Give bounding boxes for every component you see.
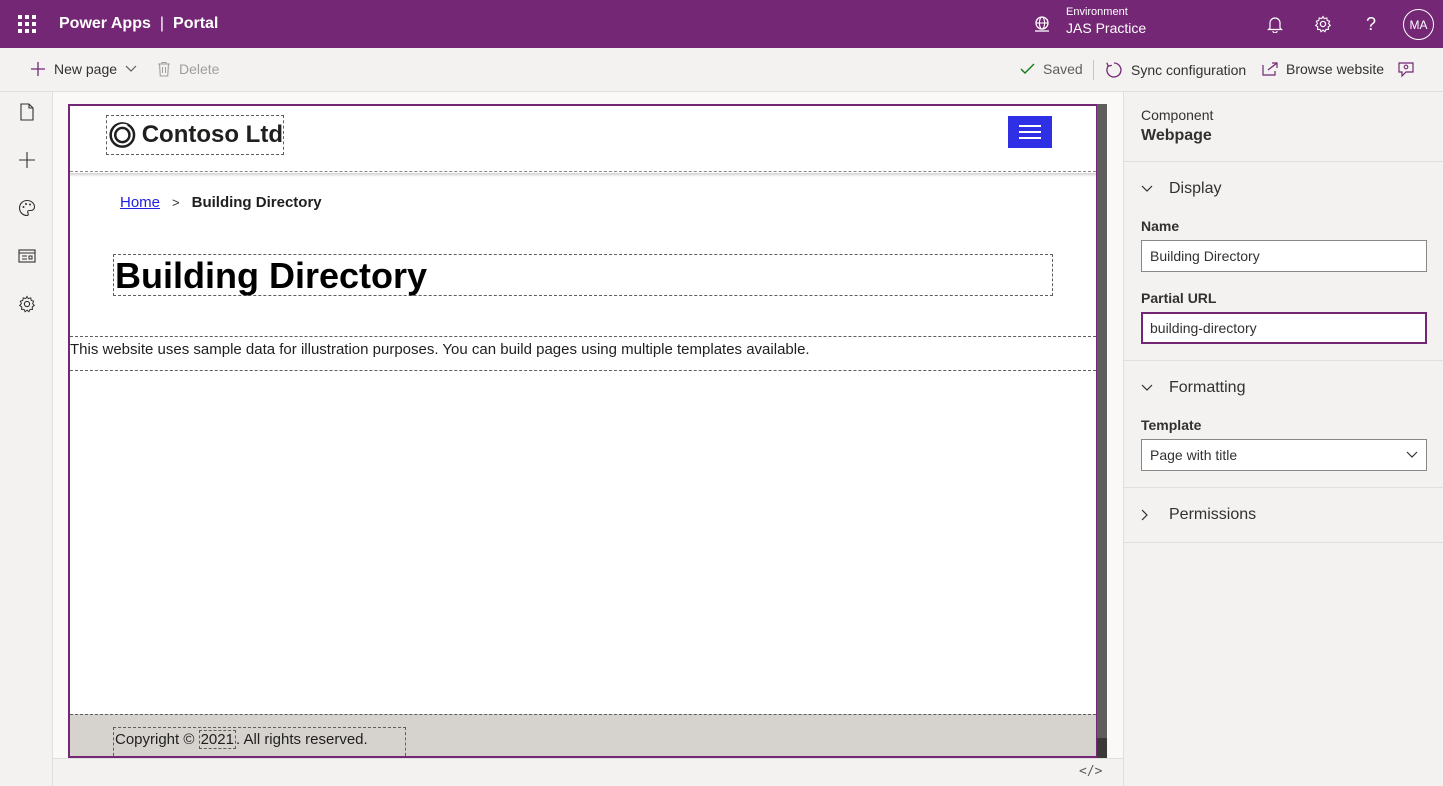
component-label: Component <box>1141 107 1214 123</box>
browse-label: Browse website <box>1286 61 1385 77</box>
delete-button[interactable]: Delete <box>157 61 219 77</box>
header-shadow <box>70 173 1096 177</box>
sync-icon <box>1106 62 1122 78</box>
panel-divider <box>1124 360 1443 361</box>
breadcrumb: Home > Building Directory <box>120 194 322 211</box>
sync-label: Sync configuration <box>1131 62 1247 78</box>
contoso-logo-icon <box>109 122 136 148</box>
app-name: Power Apps <box>59 15 151 32</box>
site-header[interactable]: Contoso Ltd <box>70 106 1096 172</box>
app-section: Portal <box>173 15 219 32</box>
feedback-icon[interactable] <box>1397 61 1423 79</box>
formatting-section-title: Formatting <box>1169 379 1246 396</box>
templates-icon[interactable] <box>17 246 37 266</box>
code-editor-toggle-icon[interactable]: </> <box>1079 764 1102 779</box>
display-section-title: Display <box>1169 180 1222 197</box>
plus-icon <box>31 62 45 76</box>
properties-panel: Component Webpage Display Name Partial U… <box>1123 92 1443 786</box>
environment-name[interactable]: JAS Practice <box>1066 20 1146 36</box>
app-launcher-icon[interactable] <box>18 15 36 33</box>
partial-url-label: Partial URL <box>1141 290 1217 306</box>
website-preview[interactable]: Contoso Ltd Home > Building Directory Buil… <box>68 104 1098 758</box>
footer-copyright-text: Copyright © 2021. All rights reserved. <box>115 730 368 749</box>
footer-prefix: Copyright © <box>115 731 199 748</box>
themes-palette-icon[interactable] <box>17 198 37 218</box>
site-footer[interactable]: Copyright © 2021. All rights reserved. <box>70 714 1096 756</box>
site-settings-gear-icon[interactable] <box>17 294 37 314</box>
chevron-down-icon <box>1141 185 1153 192</box>
panel-divider <box>1124 161 1443 162</box>
component-value: Webpage <box>1141 127 1212 144</box>
breadcrumb-home-link[interactable]: Home <box>120 194 160 211</box>
page-title-region[interactable]: Building Directory <box>113 254 1053 296</box>
settings-gear-icon[interactable] <box>1311 12 1335 36</box>
formatting-section-header[interactable]: Formatting <box>1141 379 1245 397</box>
browse-website-button[interactable]: Browse website <box>1262 61 1384 77</box>
page-title: Building Directory <box>115 255 428 296</box>
permissions-section-header[interactable]: Permissions <box>1141 506 1256 524</box>
left-rail <box>0 92 53 786</box>
name-label: Name <box>1141 218 1180 234</box>
footer-year[interactable]: 2021 <box>198 730 236 749</box>
user-avatar[interactable]: MA <box>1403 9 1434 40</box>
canvas-scrollbar-thumb[interactable] <box>1097 104 1107 738</box>
design-canvas: Contoso Ltd Home > Building Directory Buil… <box>53 92 1123 786</box>
help-question-icon[interactable]: ? <box>1359 12 1383 36</box>
chevron-right-icon <box>1141 509 1148 521</box>
page-content-region[interactable]: This website uses sample data for illust… <box>70 336 1096 371</box>
app-title-separator: | <box>159 15 165 32</box>
panel-divider <box>1124 542 1443 543</box>
chevron-down-icon <box>125 65 137 72</box>
sync-configuration-button[interactable]: Sync configuration <box>1105 61 1246 79</box>
saved-label: Saved <box>1043 61 1083 77</box>
breadcrumb-separator: > <box>172 195 180 210</box>
name-input[interactable] <box>1141 240 1427 272</box>
trash-icon <box>158 61 170 77</box>
footer-suffix: . All rights reserved. <box>235 731 368 748</box>
pages-icon[interactable] <box>17 102 37 122</box>
app-title[interactable]: Power Apps | Portal <box>59 15 218 33</box>
checkmark-icon <box>1020 63 1035 74</box>
delete-label: Delete <box>179 61 220 77</box>
hamburger-menu-button[interactable] <box>1008 116 1052 148</box>
code-editor-bar: </> <box>53 758 1123 786</box>
new-page-label: New page <box>54 61 118 77</box>
environment-icon[interactable] <box>1032 14 1052 34</box>
environment-label: Environment <box>1066 6 1128 18</box>
permissions-section-title: Permissions <box>1169 506 1257 523</box>
display-section-header[interactable]: Display <box>1141 180 1221 198</box>
notifications-bell-icon[interactable] <box>1263 12 1287 36</box>
template-selected-value: Page with title <box>1150 447 1238 463</box>
footer-copyright-region[interactable]: Copyright © 2021. All rights reserved. <box>113 727 406 756</box>
template-label: Template <box>1141 417 1202 433</box>
chevron-down-icon <box>1141 384 1153 391</box>
panel-divider <box>1124 487 1443 488</box>
new-page-button[interactable]: New page <box>30 61 137 77</box>
site-logo[interactable]: Contoso Ltd <box>106 115 284 155</box>
partial-url-input[interactable] <box>1141 312 1427 344</box>
chevron-down-icon <box>1406 451 1418 458</box>
top-bar: Power Apps | Portal Environment JAS Practi… <box>0 0 1443 48</box>
breadcrumb-current: Building Directory <box>191 194 322 211</box>
template-dropdown[interactable]: Page with title <box>1141 439 1427 471</box>
page-content-text: This website uses sample data for illust… <box>70 341 810 358</box>
logo-text: Contoso Ltd <box>141 121 283 148</box>
command-bar: New page Delete Saved Sync configuration… <box>0 48 1443 92</box>
add-component-icon[interactable] <box>17 150 37 170</box>
saved-status: Saved <box>1020 61 1083 77</box>
command-separator <box>1093 60 1094 80</box>
open-external-icon <box>1262 62 1278 76</box>
